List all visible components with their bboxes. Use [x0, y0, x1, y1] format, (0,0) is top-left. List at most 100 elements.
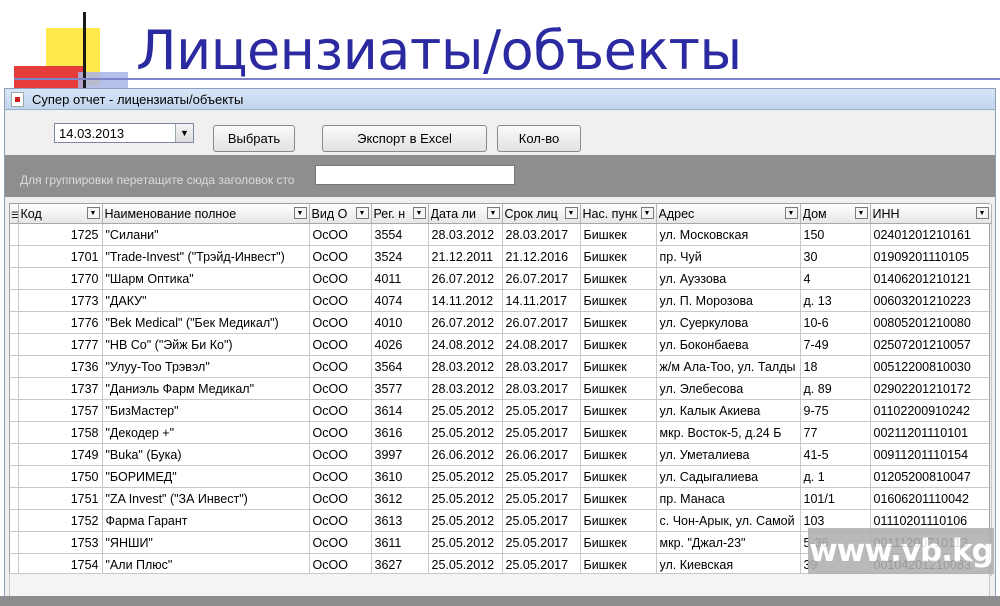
table-cell[interactable]: с. Чон-Арык, ул. Самой	[656, 509, 801, 532]
row-selector[interactable]	[10, 443, 19, 466]
table-cell[interactable]: 01205200810047	[870, 465, 992, 488]
table-cell[interactable]: 25.05.2017	[502, 399, 581, 422]
table-cell[interactable]: "Улуу-Тоо Трэвэл"	[102, 355, 310, 378]
table-cell[interactable]: 3616	[371, 421, 429, 444]
table-cell[interactable]: ул. Уметалиева	[656, 443, 801, 466]
table-cell[interactable]: 25.05.2012	[428, 531, 503, 554]
row-selector[interactable]	[10, 377, 19, 400]
row-selector-header[interactable]: ☰	[10, 204, 19, 224]
filter-dropdown-icon[interactable]: ▼	[355, 207, 369, 219]
table-cell[interactable]: 1750	[18, 465, 103, 488]
table-row[interactable]: 1757 "БизМастер" ОсОО 3614 25.05.2012 25.05.2…	[10, 399, 992, 422]
table-cell[interactable]: ОсОО	[309, 267, 372, 290]
table-cell[interactable]: Бишкек	[580, 223, 657, 246]
table-cell[interactable]: Бишкек	[580, 421, 657, 444]
row-selector[interactable]	[10, 531, 19, 554]
table-cell[interactable]: 1776	[18, 311, 103, 334]
table-cell[interactable]: ОсОО	[309, 223, 372, 246]
table-cell[interactable]: 3524	[371, 245, 429, 268]
table-cell[interactable]: ул. Суеркулова	[656, 311, 801, 334]
table-cell[interactable]: 14.11.2017	[502, 289, 581, 312]
table-cell[interactable]: 3612	[371, 487, 429, 510]
table-cell[interactable]: Бишкек	[580, 465, 657, 488]
table-cell[interactable]: 26.07.2012	[428, 311, 503, 334]
table-row[interactable]: 1736 "Улуу-Тоо Трэвэл" ОсОО 3564 28.03.2012 2…	[10, 355, 992, 378]
table-cell[interactable]: 28.03.2012	[428, 377, 503, 400]
table-cell[interactable]: 25.05.2012	[428, 487, 503, 510]
table-cell[interactable]: 28.03.2017	[502, 355, 581, 378]
table-cell[interactable]: 3610	[371, 465, 429, 488]
table-cell[interactable]: 00512200810030	[870, 355, 992, 378]
table-cell[interactable]: 24.08.2017	[502, 333, 581, 356]
table-cell[interactable]: 25.05.2012	[428, 421, 503, 444]
table-cell[interactable]: 77	[800, 421, 871, 444]
table-cell[interactable]: д. 89	[800, 377, 871, 400]
table-cell[interactable]: ОсОО	[309, 487, 372, 510]
column-header[interactable]: Дата ли ▼	[428, 204, 503, 224]
table-cell[interactable]: 4	[800, 267, 871, 290]
filter-dropdown-icon[interactable]: ▼	[784, 207, 798, 219]
table-row[interactable]: 1750 "БОРИМЕД" ОсОО 3610 25.05.2012 25.05.201…	[10, 465, 992, 488]
table-cell[interactable]: мкр. Восток-5, д.24 Б	[656, 421, 801, 444]
table-cell[interactable]: пр. Манаса	[656, 487, 801, 510]
table-cell[interactable]: 30	[800, 245, 871, 268]
filter-dropdown-icon[interactable]: ▼	[975, 207, 989, 219]
table-cell[interactable]: 28.03.2012	[428, 355, 503, 378]
table-cell[interactable]: 26.07.2017	[502, 311, 581, 334]
table-cell[interactable]: 25.05.2017	[502, 465, 581, 488]
table-cell[interactable]: Бишкек	[580, 267, 657, 290]
row-selector[interactable]	[10, 355, 19, 378]
table-cell[interactable]: 1752	[18, 509, 103, 532]
table-cell[interactable]: д. 1	[800, 465, 871, 488]
row-selector[interactable]	[10, 289, 19, 312]
table-row[interactable]: 1749 "Buka" (Бука) ОсОО 3997 26.06.2012 26.06…	[10, 443, 992, 466]
table-cell[interactable]: "Даниэль Фарм Медикал"	[102, 377, 310, 400]
table-row[interactable]: 1751 "ZA Invest" ("ЗА Инвест") ОсОО 3612 25.…	[10, 487, 992, 510]
table-cell[interactable]: 00911201110154	[870, 443, 992, 466]
filter-dropdown-icon[interactable]: ▼	[293, 207, 307, 219]
table-cell[interactable]: "БизМастер"	[102, 399, 310, 422]
table-cell[interactable]: Бишкек	[580, 377, 657, 400]
table-cell[interactable]: 101/1	[800, 487, 871, 510]
row-selector[interactable]	[10, 333, 19, 356]
table-cell[interactable]: 1736	[18, 355, 103, 378]
table-row[interactable]: 1701 "Trade-Invest" ("Трэйд-Инвест") ОсОО 3…	[10, 245, 992, 268]
column-header[interactable]: Код ▼	[18, 204, 103, 224]
column-header[interactable]: ИНН ▼	[870, 204, 992, 224]
table-cell[interactable]: 1758	[18, 421, 103, 444]
table-cell[interactable]: 26.06.2017	[502, 443, 581, 466]
table-cell[interactable]: 26.07.2012	[428, 267, 503, 290]
table-cell[interactable]: 7-49	[800, 333, 871, 356]
table-cell[interactable]: 3554	[371, 223, 429, 246]
table-cell[interactable]: Бишкек	[580, 443, 657, 466]
table-row[interactable]: 1737 "Даниэль Фарм Медикал" ОсОО 3577 28.03.…	[10, 377, 992, 400]
table-cell[interactable]: 21.12.2011	[428, 245, 503, 268]
table-cell[interactable]: 4026	[371, 333, 429, 356]
table-cell[interactable]: 01406201210121	[870, 267, 992, 290]
table-cell[interactable]: Фарма Гарант	[102, 509, 310, 532]
table-cell[interactable]: 3614	[371, 399, 429, 422]
table-cell[interactable]: 1701	[18, 245, 103, 268]
table-cell[interactable]: 01102200910242	[870, 399, 992, 422]
table-row[interactable]: 1725 "Силани" ОсОО 3554 28.03.2012 28.03.2017…	[10, 223, 992, 246]
filter-dropdown-icon[interactable]: ▼	[86, 207, 100, 219]
table-cell[interactable]: 28.03.2012	[428, 223, 503, 246]
table-cell[interactable]: ул. Московская	[656, 223, 801, 246]
table-row[interactable]: 1776 "Bek Medical" ("Бек Медикал") ОсОО 401…	[10, 311, 992, 334]
table-cell[interactable]: 4074	[371, 289, 429, 312]
table-cell[interactable]: Бишкек	[580, 531, 657, 554]
table-cell[interactable]: 28.03.2017	[502, 377, 581, 400]
table-cell[interactable]: д. 13	[800, 289, 871, 312]
table-cell[interactable]: ОсОО	[309, 377, 372, 400]
table-cell[interactable]: 02401201210161	[870, 223, 992, 246]
table-cell[interactable]: "Шарм Оптика"	[102, 267, 310, 290]
table-cell[interactable]: 00603201210223	[870, 289, 992, 312]
table-cell[interactable]: Бишкек	[580, 245, 657, 268]
table-cell[interactable]: Бишкек	[580, 487, 657, 510]
table-cell[interactable]: 28.03.2017	[502, 223, 581, 246]
table-cell[interactable]: 25.05.2012	[428, 399, 503, 422]
table-cell[interactable]: мкр. "Джал-23"	[656, 531, 801, 554]
group-by-drop-area[interactable]	[315, 165, 515, 185]
table-cell[interactable]: "ZA Invest" ("ЗА Инвест")	[102, 487, 310, 510]
table-cell[interactable]: Бишкек	[580, 355, 657, 378]
